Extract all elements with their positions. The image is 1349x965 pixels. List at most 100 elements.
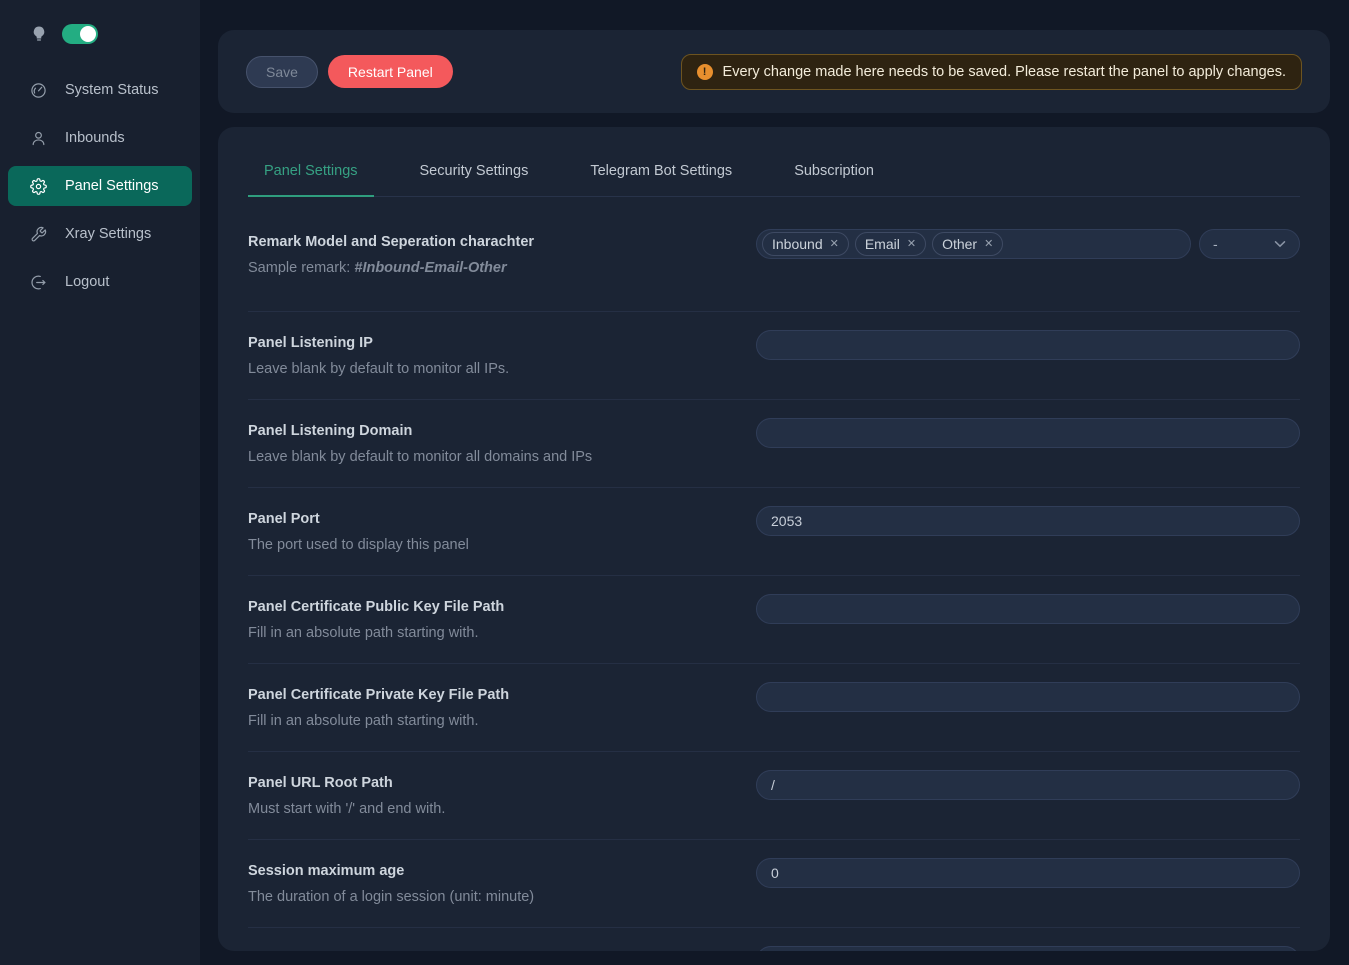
main-content: Save Restart Panel ! Every change made h…	[200, 0, 1349, 965]
warning-icon: !	[697, 64, 713, 80]
gear-icon	[30, 178, 47, 195]
form-row-session-max-age: Session maximum age The duration of a lo…	[248, 840, 1300, 928]
row-description: The port used to display this panel	[248, 535, 716, 555]
cert-private-key-input[interactable]	[756, 682, 1300, 712]
toggle-knob	[80, 26, 96, 42]
form-row-cert-public-key: Panel Certificate Public Key File Path F…	[248, 576, 1300, 664]
form-row-panel-port: Panel Port The port used to display this…	[248, 488, 1300, 576]
panel-port-input[interactable]	[756, 506, 1300, 536]
remove-tag-icon[interactable]: ✕	[830, 239, 839, 250]
partial-row-input[interactable]	[756, 946, 1300, 951]
row-input-col	[756, 770, 1300, 800]
row-label: Panel Certificate Private Key File Path	[248, 685, 716, 705]
listening-ip-input[interactable]	[756, 330, 1300, 360]
settings-tabs: Panel Settings Security Settings Telegra…	[248, 127, 1300, 197]
tag-label: Inbound	[772, 236, 823, 252]
tab-security-settings[interactable]: Security Settings	[404, 163, 545, 197]
row-label-col: Remark Model and Seperation charachter S…	[248, 232, 756, 278]
sidebar-item-xray-settings[interactable]: Xray Settings	[8, 214, 192, 254]
sidebar-item-label: Logout	[65, 274, 109, 290]
restart-warning-alert: ! Every change made here needs to be sav…	[681, 54, 1302, 90]
sidebar-item-label: Panel Settings	[65, 178, 159, 194]
tab-telegram-bot-settings[interactable]: Telegram Bot Settings	[574, 163, 748, 197]
row-label: Panel URL Root Path	[248, 773, 716, 793]
sample-remark-text: #Inbound-Email-Other	[354, 260, 506, 276]
row-label: Panel Certificate Public Key File Path	[248, 597, 716, 617]
row-description: Leave blank by default to monitor all IP…	[248, 359, 716, 379]
row-description: Leave blank by default to monitor all do…	[248, 447, 716, 467]
remove-tag-icon[interactable]: ✕	[984, 239, 993, 250]
separator-select[interactable]: -	[1199, 229, 1300, 259]
row-input-col	[756, 946, 1300, 951]
form-row-remark-model: Remark Model and Seperation charachter S…	[248, 197, 1300, 312]
select-value: -	[1213, 236, 1218, 252]
row-label-col: Panel Certificate Private Key File Path …	[248, 685, 756, 731]
row-label: Session maximum age	[248, 861, 716, 881]
sidebar-item-inbounds[interactable]: Inbounds	[8, 118, 192, 158]
session-max-age-input[interactable]	[756, 858, 1300, 888]
tab-panel-settings[interactable]: Panel Settings	[248, 163, 374, 197]
remove-tag-icon[interactable]: ✕	[907, 239, 916, 250]
alert-text: Every change made here needs to be saved…	[723, 64, 1286, 80]
url-root-path-input[interactable]	[756, 770, 1300, 800]
tag-other[interactable]: Other ✕	[932, 232, 1003, 256]
sidebar-item-label: Inbounds	[65, 130, 125, 146]
row-description: The duration of a login session (unit: m…	[248, 887, 716, 907]
row-label: Panel Listening Domain	[248, 421, 716, 441]
dark-mode-toggle[interactable]	[62, 24, 98, 44]
sidebar-item-label: System Status	[65, 82, 158, 98]
sidebar-item-panel-settings[interactable]: Panel Settings	[8, 166, 192, 206]
row-input-col	[756, 418, 1300, 448]
tag-label: Email	[865, 236, 900, 252]
listening-domain-input[interactable]	[756, 418, 1300, 448]
theme-toggle-row	[0, 0, 200, 50]
sidebar-item-system-status[interactable]: System Status	[8, 70, 192, 110]
lightbulb-icon	[30, 25, 48, 43]
tag-email[interactable]: Email ✕	[855, 232, 926, 256]
row-label: Remark Model and Seperation charachter	[248, 232, 716, 252]
row-input-col	[756, 858, 1300, 888]
settings-card: Panel Settings Security Settings Telegra…	[218, 127, 1330, 951]
form-row-cert-private-key: Panel Certificate Private Key File Path …	[248, 664, 1300, 752]
tag-inbound[interactable]: Inbound ✕	[762, 232, 849, 256]
row-description: Sample remark: #Inbound-Email-Other	[248, 258, 716, 278]
row-description-prefix: Sample remark:	[248, 260, 354, 276]
row-input-col: Inbound ✕ Email ✕ Other ✕ -	[756, 229, 1300, 259]
row-input-col	[756, 330, 1300, 360]
row-label: Panel Listening IP	[248, 333, 716, 353]
row-label-col: Panel Listening IP Leave blank by defaul…	[248, 333, 756, 379]
sidebar-item-label: Xray Settings	[65, 226, 151, 242]
tag-label: Other	[942, 236, 977, 252]
row-label-col: Panel URL Root Path Must start with '/' …	[248, 773, 756, 819]
row-label-col: Panel Listening Domain Leave blank by de…	[248, 421, 756, 467]
row-label-col: Panel Certificate Public Key File Path F…	[248, 597, 756, 643]
tab-subscription[interactable]: Subscription	[778, 163, 890, 197]
form-row-partial	[248, 928, 1300, 951]
cert-public-key-input[interactable]	[756, 594, 1300, 624]
sidebar: System Status Inbounds Panel Settings	[0, 0, 200, 965]
form-row-listening-domain: Panel Listening Domain Leave blank by de…	[248, 400, 1300, 488]
row-input-col	[756, 682, 1300, 712]
row-input-col	[756, 506, 1300, 536]
row-label: Panel Port	[248, 509, 716, 529]
row-description: Must start with '/' and end with.	[248, 799, 716, 819]
row-label-col: Session maximum age The duration of a lo…	[248, 861, 756, 907]
row-input-col	[756, 594, 1300, 624]
row-description: Fill in an absolute path starting with.	[248, 711, 716, 731]
panel-settings-form: Remark Model and Seperation charachter S…	[248, 197, 1300, 951]
row-label-col: Panel Port The port used to display this…	[248, 509, 756, 555]
save-button[interactable]: Save	[246, 56, 318, 88]
wrench-icon	[30, 226, 47, 243]
sidebar-menu: System Status Inbounds Panel Settings	[0, 62, 200, 310]
remark-tags-input[interactable]: Inbound ✕ Email ✕ Other ✕	[756, 229, 1191, 259]
sidebar-item-logout[interactable]: Logout	[8, 262, 192, 302]
dashboard-icon	[30, 82, 47, 99]
form-row-url-root-path: Panel URL Root Path Must start with '/' …	[248, 752, 1300, 840]
form-row-listening-ip: Panel Listening IP Leave blank by defaul…	[248, 312, 1300, 400]
user-icon	[30, 130, 47, 147]
toolbar-card: Save Restart Panel ! Every change made h…	[218, 30, 1330, 113]
row-description: Fill in an absolute path starting with.	[248, 623, 716, 643]
chevron-down-icon	[1274, 240, 1286, 248]
logout-icon	[30, 274, 47, 291]
restart-panel-button[interactable]: Restart Panel	[328, 55, 453, 88]
